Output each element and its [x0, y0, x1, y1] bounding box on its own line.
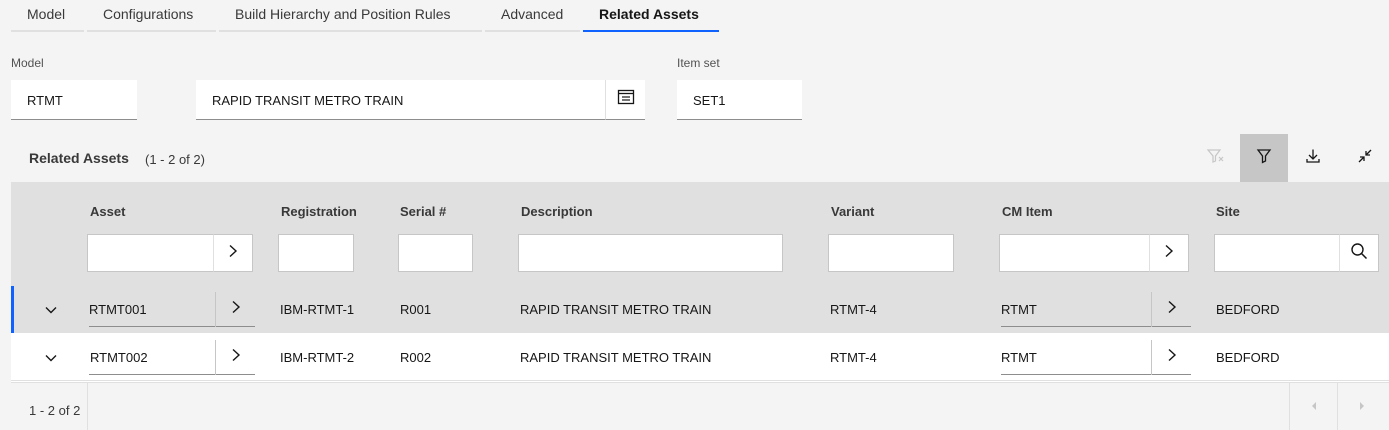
filter-icon — [1256, 148, 1272, 169]
lookup-button[interactable] — [605, 80, 645, 120]
pagination-range: 1 - 2 of 2 — [29, 403, 81, 418]
cm-item-lookup-button[interactable] — [1151, 340, 1191, 375]
tab-configurations[interactable]: Configurations — [87, 0, 216, 32]
tab-build-hierarchy[interactable]: Build Hierarchy and Position Rules — [219, 0, 482, 32]
asset-lookup-button[interactable] — [215, 340, 255, 375]
column-header-site[interactable]: Site — [1216, 204, 1240, 219]
registration-filter-input[interactable] — [278, 234, 354, 272]
previous-page-button[interactable] — [1289, 383, 1337, 430]
cell-serial: R002 — [400, 350, 432, 365]
page-next-icon — [1358, 398, 1366, 416]
cell-cm-item[interactable]: RTMT — [1001, 350, 1037, 365]
cell-registration: IBM-RTMT-1 — [280, 302, 355, 317]
variant-filter-input[interactable] — [828, 234, 954, 272]
cell-variant: RTMT-4 — [830, 350, 877, 365]
cell-asset[interactable]: RTMT001 — [89, 302, 147, 317]
search-icon — [1350, 242, 1368, 265]
column-header-cm-item[interactable]: CM Item — [1002, 204, 1053, 219]
itemset-label: Item set — [677, 56, 720, 70]
chevron-right-icon — [231, 300, 241, 319]
serial-filter-input[interactable] — [398, 234, 473, 272]
cell-site: BEDFORD — [1216, 302, 1280, 317]
tab-advanced[interactable]: Advanced — [485, 0, 580, 32]
page-prev-icon — [1310, 398, 1318, 416]
cell-site: BEDFORD — [1216, 350, 1280, 365]
chevron-down-icon — [45, 349, 57, 367]
tab-bar: Model Configurations Build Hierarchy and… — [0, 0, 1389, 32]
row-expand-button[interactable] — [41, 300, 61, 320]
cm-item-filter-input[interactable] — [999, 234, 1151, 272]
lookup-icon — [617, 88, 635, 111]
column-header-serial[interactable]: Serial # — [400, 204, 446, 219]
table-pagination: 1 - 2 of 2 — [11, 382, 1389, 430]
asset-lookup-button[interactable] — [215, 292, 255, 327]
cell-description: RAPID TRANSIT METRO TRAIN — [520, 302, 712, 317]
pagination-divider — [87, 383, 88, 430]
download-button[interactable] — [1289, 134, 1337, 182]
column-header-description[interactable]: Description — [521, 204, 593, 219]
cell-serial: R001 — [400, 302, 432, 317]
model-field[interactable]: RTMT — [11, 80, 137, 120]
filter-button[interactable] — [1240, 134, 1288, 182]
collapse-icon — [1357, 148, 1373, 169]
table-row[interactable]: RTMT001 IBM-RTMT-1 R001 RAPID TRANSIT ME… — [11, 286, 1389, 333]
model-description-field[interactable]: RAPID TRANSIT METRO TRAIN — [196, 80, 605, 120]
table-title: Related Assets — [29, 150, 129, 166]
clear-filter-button[interactable] — [1192, 134, 1240, 182]
related-assets-table: Related Assets (1 - 2 of 2) Asset Regist… — [11, 134, 1389, 430]
chevron-right-icon — [1167, 348, 1177, 367]
itemset-field[interactable]: SET1 — [677, 80, 802, 120]
cell-asset[interactable]: RTMT002 — [90, 350, 148, 365]
table-row[interactable]: RTMT002 IBM-RTMT-2 R002 RAPID TRANSIT ME… — [11, 334, 1389, 381]
table-count: (1 - 2 of 2) — [145, 152, 205, 167]
clear-filter-icon — [1206, 148, 1225, 169]
tab-model[interactable]: Model — [11, 0, 84, 32]
asset-filter-input[interactable] — [87, 234, 214, 272]
chevron-right-icon — [231, 348, 241, 367]
cm-item-lookup-button[interactable] — [1151, 292, 1191, 327]
description-filter-input[interactable] — [518, 234, 783, 272]
chevron-down-icon — [45, 301, 57, 319]
collapse-button[interactable] — [1341, 134, 1389, 182]
site-search-button[interactable] — [1339, 234, 1379, 272]
chevron-right-icon — [228, 244, 238, 263]
cm-item-filter-lookup-button[interactable] — [1149, 234, 1189, 272]
chevron-right-icon — [1167, 300, 1177, 319]
next-page-button[interactable] — [1337, 383, 1385, 430]
table-header: Asset Registration Serial # Description … — [11, 182, 1389, 286]
tab-related-assets[interactable]: Related Assets — [583, 0, 719, 32]
column-header-variant[interactable]: Variant — [831, 204, 874, 219]
cell-description: RAPID TRANSIT METRO TRAIN — [520, 350, 712, 365]
chevron-right-icon — [1164, 244, 1174, 263]
selected-row-indicator — [11, 286, 14, 333]
site-filter-input[interactable] — [1214, 234, 1341, 272]
column-header-asset[interactable]: Asset — [90, 204, 125, 219]
cell-variant: RTMT-4 — [830, 302, 877, 317]
model-label: Model — [11, 56, 44, 70]
asset-filter-lookup-button[interactable] — [213, 234, 253, 272]
cell-cm-item[interactable]: RTMT — [1001, 302, 1037, 317]
table-toolbar: Related Assets (1 - 2 of 2) — [11, 134, 1389, 182]
download-icon — [1305, 148, 1321, 169]
cell-registration: IBM-RTMT-2 — [280, 350, 355, 365]
row-expand-button[interactable] — [41, 348, 61, 368]
column-header-registration[interactable]: Registration — [281, 204, 357, 219]
